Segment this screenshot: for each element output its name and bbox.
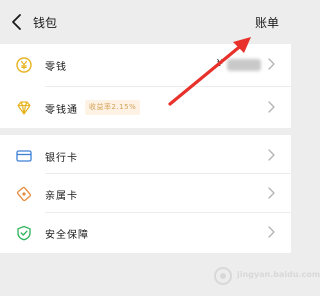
coin-icon [16,57,32,73]
chevron-right-icon [268,101,275,113]
diamond-icon [17,101,31,115]
watermark-logo-icon [214,267,232,285]
yield-badge: 收益率2.15% [85,100,141,115]
back-arrow-icon[interactable] [10,13,24,31]
change-row[interactable]: 零钱 ¥ [0,44,291,85]
family-card-label: 亲属卡 [45,191,78,202]
watermark-text: jingyan.baidu.com [237,270,320,279]
family-card-icon [16,186,32,202]
chevron-right-icon [268,58,275,70]
chevron-right-icon [268,226,275,238]
balance-redacted [227,59,261,71]
shield-check-icon [17,225,31,241]
chevron-right-icon [268,149,275,161]
family-card-row[interactable]: 亲属卡 [0,173,291,214]
bill-link[interactable]: 账单 [255,14,279,31]
security-label: 安全保障 [45,230,89,241]
watermark: jingyan.baidu.com [213,266,320,288]
chevron-right-icon [268,187,275,199]
nav-bar: 钱包 账单 [0,0,291,44]
bank-card-row[interactable]: 银行卡 [0,135,291,176]
bank-card-label: 银行卡 [45,153,78,164]
licaitong-row[interactable]: 零钱通 收益率2.15% [0,87,291,128]
cards-group: 银行卡 亲属卡 安全保障 [0,135,291,253]
currency-symbol: ¥ [216,58,223,69]
bank-card-icon [16,150,32,162]
change-label: 零钱 [45,62,67,73]
page-title: 钱包 [33,16,58,30]
security-row[interactable]: 安全保障 [0,212,291,253]
wallet-balance-group: 零钱 ¥ 零钱通 收益率2.15% [0,44,291,128]
licaitong-label: 零钱通 [45,105,78,116]
